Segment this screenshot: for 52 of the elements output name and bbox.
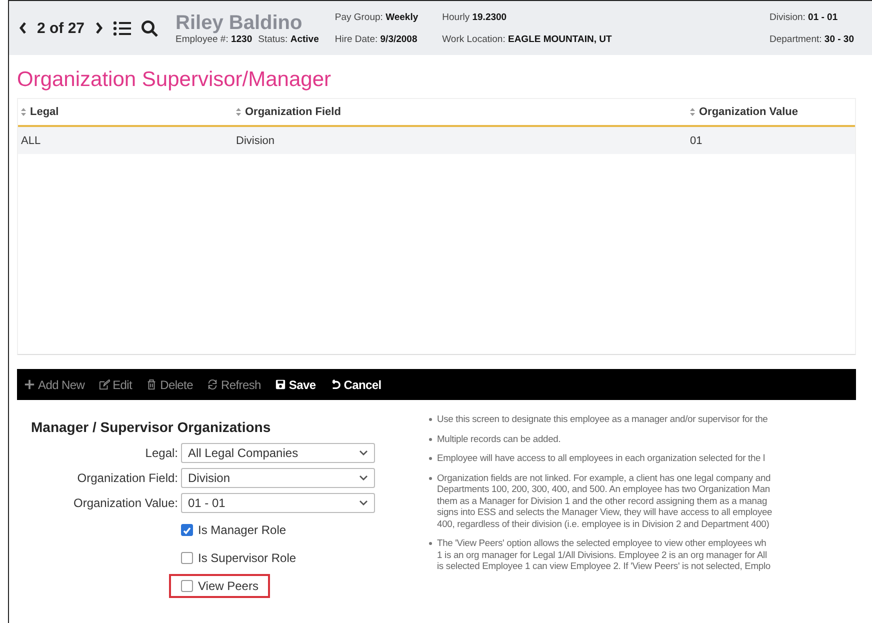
info-field: Status: Active [258,34,319,44]
info-field: Work Location: EAGLE MOUNTAIN, UT [442,34,612,44]
chevron-down-icon [359,475,368,481]
table-cell-text: ALL [20,134,42,146]
help-text: Employee will have access to all employees in each organization selected for the l [437,452,765,464]
list-icon[interactable] [112,20,131,36]
dropdown-field[interactable]: All Legal Companies [181,443,375,463]
chevron-down-icon [359,500,368,506]
chevron-down-icon [359,450,368,456]
table-cell-text: Division [235,134,276,146]
check-icon [182,526,192,536]
record-position: 2 of 27 [37,20,85,36]
help-text: Use this screen to designate this employee as a manager and/or supervisor for the [437,413,768,424]
employee-name: Riley Baldino [176,12,304,34]
table-row[interactable]: ALL Division 01 [18,127,855,154]
sort-icon [236,108,241,116]
column-header[interactable]: Legal [18,106,233,118]
save-icon [274,379,286,390]
previous-button[interactable] [19,22,27,34]
save-button[interactable]: Save [274,378,316,392]
help-text: Multiple records can be added. [437,432,561,444]
checkbox[interactable]: View Peers [181,579,258,593]
field-label: Organization Value: [72,496,179,510]
dropdown-field[interactable]: 01 - 01 [181,493,375,513]
checkbox[interactable]: Is Manager Role [181,523,286,537]
help-text: The 'View Peers' option allows the selected employee to view other employees wh 1 is an org manager for Legal 1/All Divisions. Employee 2 is an org manager for All is selected Employee 1 can view Employee 2. If 'View Peers' is not selected, Emplo [437,537,770,572]
field-label: Legal: [144,446,179,460]
trash-icon [146,379,158,390]
checkbox[interactable]: Is Supervisor Role [181,551,296,565]
undo-icon [330,379,341,390]
table-cell-text: 01 [689,134,704,146]
column-header[interactable]: Organization Value [687,106,855,118]
dropdown-field[interactable]: Division [181,468,375,488]
page-title: Organization Supervisor/Manager [17,68,332,93]
help-text: Organization fields are not linked. For example, a client has one legal company and Departments 100, 200, 300, 400, and 500. An employee has two Organization Man them as a Manager for Division 1 and the other record assigning them as a manag signs into ESS and selects the Manager View, they will have access to all employee 400, regardless of their division (i.e. employee is in Division 2 and Department 400) [437,472,772,529]
info-field: Pay Group: Weekly [334,12,418,22]
edit-icon [98,379,110,390]
column-header[interactable]: Organization Field [233,106,687,118]
section-title: Manager / Supervisor Organizations [31,419,272,435]
sort-icon [21,108,26,116]
next-button[interactable] [94,22,103,34]
refresh-icon [206,379,218,390]
plus-icon [24,379,35,390]
info-field: Department: 30 - 30 [770,34,854,44]
search-icon[interactable] [140,20,158,36]
info-field: Division: 01 - 01 [770,12,854,22]
sort-icon [690,108,695,116]
info-field: Hire Date: 9/3/2008 [334,34,418,44]
info-field: Hourly 19.2300 [442,12,612,22]
cancel-button[interactable]: Cancel [330,378,382,392]
info-field: Employee #: 1230 [176,34,252,44]
field-label: Organization Field: [76,471,179,485]
